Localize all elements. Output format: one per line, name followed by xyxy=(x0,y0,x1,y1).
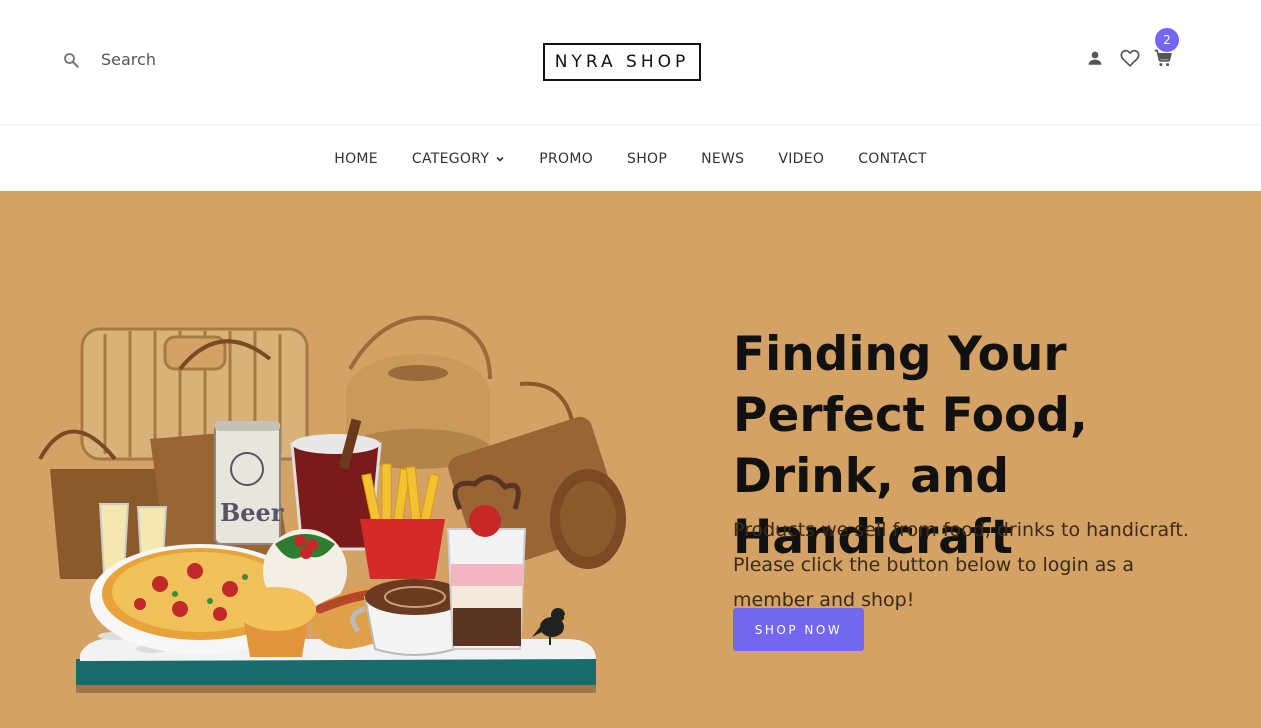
search-trigger[interactable]: Search xyxy=(62,50,156,69)
nav-item-contact[interactable]: CONTACT xyxy=(858,151,927,167)
user-icon[interactable] xyxy=(1086,48,1104,68)
site-header: Search NYRA SHOP 2 xyxy=(0,0,1261,125)
cart-button[interactable]: 2 xyxy=(1153,28,1179,68)
nav-label: NEWS xyxy=(701,150,745,167)
chevron-down-icon xyxy=(496,156,504,162)
hero-banner: Beer Finding Your Perfect Food, Drink, a… xyxy=(0,191,1261,728)
shop-now-label: SHOP NOW xyxy=(754,622,843,637)
nav-item-home[interactable]: HOME xyxy=(334,151,378,167)
header-icons: 2 xyxy=(1086,28,1179,69)
search-label: Search xyxy=(101,50,156,69)
site-logo[interactable]: NYRA SHOP xyxy=(543,43,701,81)
logo-text: NYRA SHOP xyxy=(554,52,690,72)
nav-label: HOME xyxy=(334,150,378,167)
nav-label: SHOP xyxy=(627,150,668,167)
nav-item-promo[interactable]: PROMO xyxy=(539,151,593,167)
nav-item-category[interactable]: CATEGORY xyxy=(412,151,505,167)
nav-label: CATEGORY xyxy=(411,150,490,167)
beer-can: Beer xyxy=(214,421,284,545)
nav-label: PROMO xyxy=(539,150,594,167)
nav-item-video[interactable]: VIDEO xyxy=(778,151,824,167)
search-icon xyxy=(62,51,80,69)
nav-item-news[interactable]: NEWS xyxy=(701,151,744,167)
beer-label: Beer xyxy=(220,498,284,527)
main-nav: HOME CATEGORY PROMO SHOP NEWS VIDEO CONT… xyxy=(0,126,1261,191)
nav-label: VIDEO xyxy=(778,150,825,167)
nav-label: CONTACT xyxy=(858,150,927,167)
shop-now-button[interactable]: SHOP NOW xyxy=(733,608,864,651)
nav-item-shop[interactable]: SHOP xyxy=(627,151,667,167)
hero-subtitle: Products we sell from food, drinks to ha… xyxy=(733,519,1189,611)
hero-illustration: Beer xyxy=(38,315,626,693)
french-fries xyxy=(360,463,445,579)
heart-icon[interactable] xyxy=(1104,47,1141,69)
cart-count-badge: 2 xyxy=(1155,28,1179,52)
